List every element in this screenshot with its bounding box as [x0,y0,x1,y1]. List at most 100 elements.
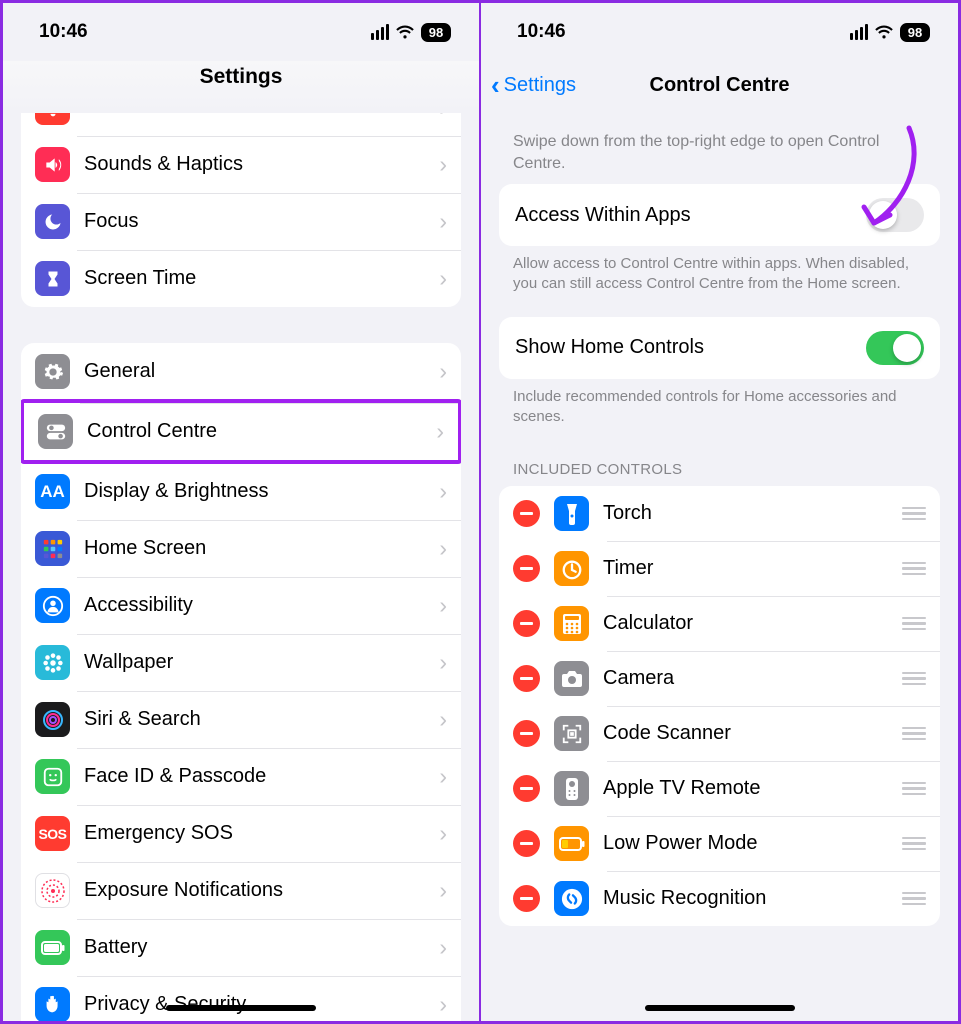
nav-bar: ‹ Settings Control Centre [481,61,958,109]
control-row-low-power-mode[interactable]: Low Power Mode [499,816,940,871]
row-label: Exposure Notifications [84,879,439,902]
drag-handle-icon[interactable] [902,617,926,631]
control-row-code-scanner[interactable]: Code Scanner [499,706,940,761]
face-icon [35,759,70,794]
status-time: 10:46 [517,21,566,43]
control-label: Calculator [603,612,896,635]
show-home-controls-group: Show Home Controls [499,317,940,379]
drag-handle-icon[interactable] [902,782,926,796]
settings-row-screen-time[interactable]: Screen Time› [21,250,461,307]
row-label: Home Screen [84,537,439,560]
chevron-right-icon: › [439,706,447,733]
torch-icon [554,496,589,531]
row-label: Battery [84,936,439,959]
row-label: Notifications [84,113,439,119]
settings-row-notifications[interactable]: Notifications› [21,113,461,136]
chevron-right-icon: › [439,358,447,385]
drag-handle-icon[interactable] [902,507,926,521]
chevron-right-icon: › [439,991,447,1018]
settings-row-accessibility[interactable]: Accessibility› [21,577,461,634]
status-bar: 10:46 98 [481,3,958,61]
drag-handle-icon[interactable] [902,562,926,576]
back-label: Settings [504,74,576,97]
control-row-apple-tv-remote[interactable]: Apple TV Remote [499,761,940,816]
show-home-controls-toggle[interactable] [866,331,924,365]
row-label: Accessibility [84,594,439,617]
row-label: Sounds & Haptics [84,153,439,176]
remove-button[interactable] [513,775,540,802]
row-label: Control Centre [87,420,436,443]
included-controls-list: Torch Timer Calculator Camera Code Scanner Ap… [499,486,940,926]
settings-row-sounds-haptics[interactable]: Sounds & Haptics› [21,136,461,193]
chevron-left-icon: ‹ [491,70,500,101]
moon-icon [35,204,70,239]
cellular-signal-icon [371,24,390,40]
settings-row-emergency-sos[interactable]: SOSEmergency SOS› [21,805,461,862]
remove-button[interactable] [513,500,540,527]
show-home-controls-row[interactable]: Show Home Controls [499,317,940,379]
wifi-icon [395,25,415,40]
chevron-right-icon: › [439,649,447,676]
remote-icon [554,771,589,806]
control-row-camera[interactable]: Camera [499,651,940,706]
row-label: Screen Time [84,267,439,290]
home-indicator[interactable] [645,1005,795,1011]
section-caption: Swipe down from the top-right edge to op… [481,109,958,184]
settings-row-face-id-passcode[interactable]: Face ID & Passcode› [21,748,461,805]
speaker-icon [35,147,70,182]
included-controls-header: INCLUDED CONTROLS [481,427,958,486]
toggle-label: Show Home Controls [515,336,704,359]
settings-row-siri-search[interactable]: Siri & Search› [21,691,461,748]
drag-handle-icon[interactable] [902,892,926,906]
settings-row-general[interactable]: General› [21,343,461,400]
settings-row-control-centre[interactable]: Control Centre› [21,399,461,464]
settings-row-focus[interactable]: Focus› [21,193,461,250]
chevron-right-icon: › [436,418,444,445]
remove-button[interactable] [513,665,540,692]
chevron-right-icon: › [439,592,447,619]
remove-button[interactable] [513,885,540,912]
settings-row-battery[interactable]: Battery› [21,919,461,976]
drag-handle-icon[interactable] [902,672,926,686]
camera-icon [554,661,589,696]
control-row-calculator[interactable]: Calculator [499,596,940,651]
control-label: Code Scanner [603,722,896,745]
battery-indicator: 98 [900,23,930,42]
qr-icon [554,716,589,751]
drag-handle-icon[interactable] [902,727,926,741]
settings-row-home-screen[interactable]: Home Screen› [21,520,461,577]
control-label: Timer [603,557,896,580]
timer-icon [554,551,589,586]
control-label: Apple TV Remote [603,777,896,800]
page-title: Settings [3,61,479,113]
chevron-right-icon: › [439,208,447,235]
back-button[interactable]: ‹ Settings [491,70,576,101]
control-row-music-recognition[interactable]: Music Recognition [499,871,940,926]
settings-row-exposure-notifications[interactable]: Exposure Notifications› [21,862,461,919]
remove-button[interactable] [513,830,540,857]
control-row-torch[interactable]: Torch [499,486,940,541]
hourglass-icon [35,261,70,296]
drag-handle-icon[interactable] [902,837,926,851]
lowbatt-icon [554,826,589,861]
remove-button[interactable] [513,610,540,637]
remove-button[interactable] [513,555,540,582]
access-within-apps-toggle[interactable] [866,198,924,232]
settings-row-privacy-security[interactable]: Privacy & Security› [21,976,461,1024]
row-label: Siri & Search [84,708,439,731]
chevron-right-icon: › [439,265,447,292]
chevron-right-icon: › [439,763,447,790]
flower-icon [35,645,70,680]
remove-button[interactable] [513,720,540,747]
settings-group-general: General›Control Centre›AADisplay & Brigh… [21,343,461,1024]
settings-row-wallpaper[interactable]: Wallpaper› [21,634,461,691]
control-label: Music Recognition [603,887,896,910]
settings-row-display-brightness[interactable]: AADisplay & Brightness› [21,463,461,520]
access-within-apps-row[interactable]: Access Within Apps [499,184,940,246]
row-label: Face ID & Passcode [84,765,439,788]
home-indicator[interactable] [166,1005,316,1011]
section-caption: Include recommended controls for Home ac… [481,379,958,428]
row-label: Display & Brightness [84,480,439,503]
control-row-timer[interactable]: Timer [499,541,940,596]
status-indicators: 98 [371,23,452,42]
